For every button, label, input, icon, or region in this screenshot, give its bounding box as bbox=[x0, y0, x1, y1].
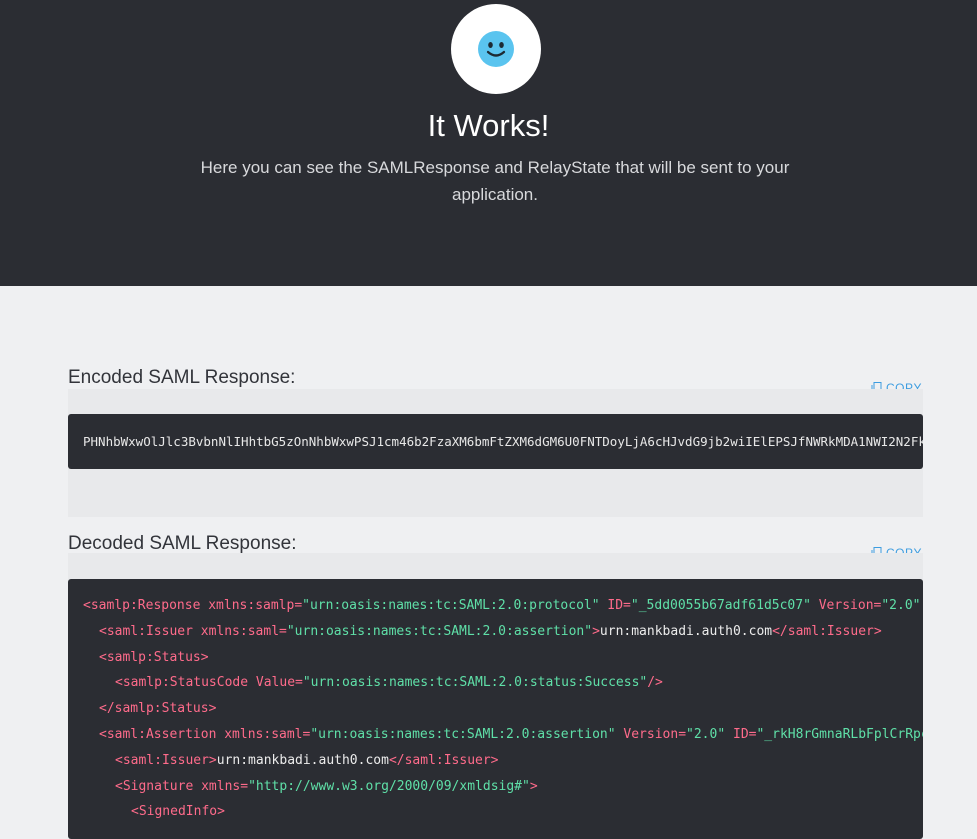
code-token: <samlp:Status> bbox=[99, 649, 209, 665]
code-token: urn:mankbadi.auth0.com bbox=[599, 623, 773, 639]
avatar bbox=[451, 4, 541, 94]
code-token: xmlns= bbox=[201, 778, 249, 794]
code-token: <saml:Issuer bbox=[99, 623, 201, 639]
code-line: <samlp:StatusCode Value="urn:oasis:names… bbox=[83, 670, 923, 696]
code-token: Value= bbox=[255, 675, 303, 691]
code-line: <saml:Issuer xmlns:saml="urn:oasis:names… bbox=[83, 619, 923, 645]
code-token: <SignedInfo> bbox=[131, 804, 225, 820]
code-token: Version= bbox=[810, 598, 882, 613]
code-token: <saml:Issuer> bbox=[115, 752, 217, 768]
decoded-response-box[interactable]: <samlp:Response xmlns:samlp="urn:oasis:n… bbox=[68, 579, 923, 839]
code-token: > bbox=[529, 778, 538, 794]
code-token: "_rkH8rGmnaRLbFplCrRpc bbox=[756, 726, 923, 742]
code-line: <SignedInfo> bbox=[83, 799, 923, 825]
code-token: <samlp:Response bbox=[83, 598, 209, 613]
code-token: urn:mankbadi.auth0.com bbox=[216, 752, 389, 768]
code-token: "_5dd0055b67adf61d5c07" bbox=[630, 598, 811, 613]
code-token: Version= bbox=[615, 726, 687, 742]
code-line: <saml:Issuer>urn:mankbadi.auth0.com</sam… bbox=[83, 748, 923, 774]
decoded-section-title: Decoded SAML Response: bbox=[68, 533, 297, 554]
code-token: <saml:Assertion bbox=[99, 726, 225, 742]
code-token: ID= bbox=[599, 598, 631, 613]
code-token: xmlns:saml= bbox=[200, 623, 287, 639]
code-token: <Signature bbox=[115, 778, 202, 794]
hero-banner: It Works! Here you can see the SAMLRespo… bbox=[0, 0, 977, 286]
code-token: /> bbox=[647, 675, 663, 691]
encoded-response-box[interactable]: PHNhbWxwOlJlc3BvbnNlIHhtbG5zOnNhbWxwPSJ1… bbox=[68, 414, 923, 469]
code-token: "urn:oasis:names:tc:SAML:2.0:assertion" bbox=[310, 726, 616, 742]
encoded-section-title: Encoded SAML Response: bbox=[68, 367, 296, 388]
code-token: </samlp:Status> bbox=[99, 701, 217, 717]
page-title: It Works! bbox=[427, 108, 550, 143]
code-token: "urn:oasis:names:tc:SAML:2.0:assertion" bbox=[286, 623, 593, 639]
code-line: <samlp:Status> bbox=[83, 645, 923, 671]
code-token: ID= bbox=[725, 726, 757, 742]
code-token: <samlp:StatusCode bbox=[115, 675, 256, 691]
code-token: "2.0" bbox=[881, 598, 921, 613]
code-token: xmlns:saml= bbox=[224, 726, 311, 742]
code-token: "http://www.w3.org/2000/09/xmldsig#" bbox=[248, 778, 530, 794]
code-token: </saml:Issuer> bbox=[772, 623, 882, 639]
code-token: "urn:oasis:names:tc:SAML:2.0:status:Succ… bbox=[302, 675, 648, 691]
code-token: </saml:Issuer> bbox=[388, 752, 499, 768]
smiley-face-icon bbox=[478, 31, 514, 67]
code-token: "2.0" bbox=[686, 726, 726, 742]
code-line: <Signature xmlns="http://www.w3.org/2000… bbox=[83, 774, 923, 800]
code-token: xmlns:samlp= bbox=[208, 598, 303, 613]
code-line: <saml:Assertion xmlns:saml="urn:oasis:na… bbox=[83, 722, 923, 748]
code-token: "urn:oasis:names:tc:SAML:2.0:protocol" bbox=[302, 598, 600, 613]
code-line: <samlp:Response xmlns:samlp="urn:oasis:n… bbox=[83, 593, 923, 619]
page-subtitle: Here you can see the SAMLResponse and Re… bbox=[200, 158, 790, 204]
code-line: </samlp:Status> bbox=[83, 696, 923, 722]
code-token: > bbox=[592, 623, 600, 639]
